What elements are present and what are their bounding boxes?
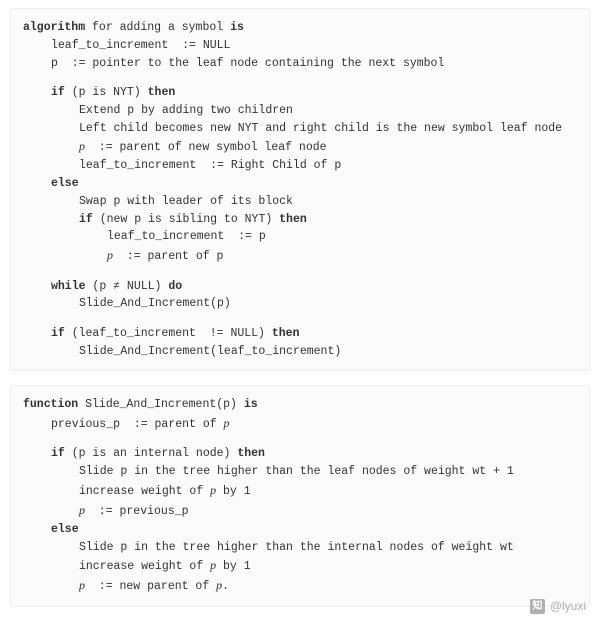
fn-p-prev-rest: := previous_p	[85, 505, 189, 518]
kw-is: is	[230, 21, 244, 34]
alg-p-assign: p := parent of new symbol leaf node	[23, 137, 577, 157]
fn-header-text: Slide_And_Increment(p)	[78, 398, 244, 411]
fn-prev: previous_p := parent of p	[23, 414, 577, 434]
alg-header: algorithm for adding a symbol is	[23, 19, 577, 37]
blank-line	[23, 266, 577, 278]
blank-line	[23, 434, 577, 446]
alg-else: else	[23, 175, 577, 193]
fn-p-prev: p := previous_p	[23, 501, 577, 521]
while-cond: (p ≠ NULL)	[86, 280, 169, 293]
alg-extend: Extend p by adding two children	[23, 102, 577, 120]
kw-then: then	[148, 86, 176, 99]
fn-inc: increase weight of p by 1	[23, 481, 577, 501]
p-assign-rest: := parent of new symbol leaf node	[85, 141, 327, 154]
alg-init-leaf: leaf_to_increment := NULL	[23, 37, 577, 55]
fn-p-newparent-post: .	[222, 580, 229, 593]
alg-slide-p: Slide_And_Increment(p)	[23, 295, 577, 313]
alg-if-sibling: if (new p is sibling to NYT) then	[23, 211, 577, 229]
function-block: function Slide_And_Increment(p) is previ…	[10, 385, 590, 607]
algorithm-block: algorithm for adding a symbol is leaf_to…	[10, 8, 590, 371]
alg-slide-leaf: Slide_And_Increment(leaf_to_increment)	[23, 343, 577, 361]
kw-else: else	[51, 177, 79, 190]
kw-if: if	[51, 86, 65, 99]
fn-if-cond: (p is an internal node)	[65, 447, 238, 460]
fn-inc-post: by 1	[216, 485, 251, 498]
fn-else: else	[23, 521, 577, 539]
alg-while: while (p ≠ NULL) do	[23, 278, 577, 296]
alg-children: Left child becomes new NYT and right chi…	[23, 120, 577, 138]
kw-then: then	[237, 447, 265, 460]
var-p: p	[224, 416, 230, 430]
alg-p-parent: p := parent of p	[23, 246, 577, 266]
blank-line	[23, 72, 577, 84]
if2-cond: (new p is sibling to NYT)	[93, 213, 279, 226]
if-cond: (p is NYT)	[65, 86, 148, 99]
kw-while: while	[51, 280, 86, 293]
fn-p-newparent-pre: := new parent of	[85, 580, 216, 593]
kw-if: if	[51, 327, 65, 340]
alg-leaf-rc: leaf_to_increment := Right Child of p	[23, 157, 577, 175]
fn-inc2: increase weight of p by 1	[23, 556, 577, 576]
alg-leaf-p: leaf_to_increment := p	[23, 228, 577, 246]
fn-if: if (p is an internal node) then	[23, 445, 577, 463]
kw-do: do	[168, 280, 182, 293]
fn-slide-leaf: Slide p in the tree higher than the leaf…	[23, 463, 577, 481]
alg-swap: Swap p with leader of its block	[23, 193, 577, 211]
fn-prev-pre: previous_p := parent of	[51, 418, 224, 431]
kw-function: function	[23, 398, 78, 411]
kw-then: then	[279, 213, 307, 226]
kw-then: then	[272, 327, 300, 340]
fn-slide-int: Slide p in the tree higher than the inte…	[23, 539, 577, 557]
kw-is: is	[244, 398, 258, 411]
fn-p-newparent: p := new parent of p.	[23, 576, 577, 596]
alg-if-nyt: if (p is NYT) then	[23, 84, 577, 102]
fn-inc2-post: by 1	[216, 560, 251, 573]
kw-if: if	[51, 447, 65, 460]
kw-algorithm: algorithm	[23, 21, 85, 34]
blank-line	[23, 313, 577, 325]
fn-inc2-pre: increase weight of	[79, 560, 210, 573]
alg-header-text: for adding a symbol	[85, 21, 230, 34]
fn-inc-pre: increase weight of	[79, 485, 210, 498]
kw-else: else	[51, 523, 79, 536]
if3-cond: (leaf_to_increment != NULL)	[65, 327, 272, 340]
fn-header: function Slide_And_Increment(p) is	[23, 396, 577, 414]
alg-if-leaf: if (leaf_to_increment != NULL) then	[23, 325, 577, 343]
alg-init-p: p := pointer to the leaf node containing…	[23, 55, 577, 73]
kw-if: if	[79, 213, 93, 226]
p-parent-rest: := parent of p	[113, 250, 223, 263]
